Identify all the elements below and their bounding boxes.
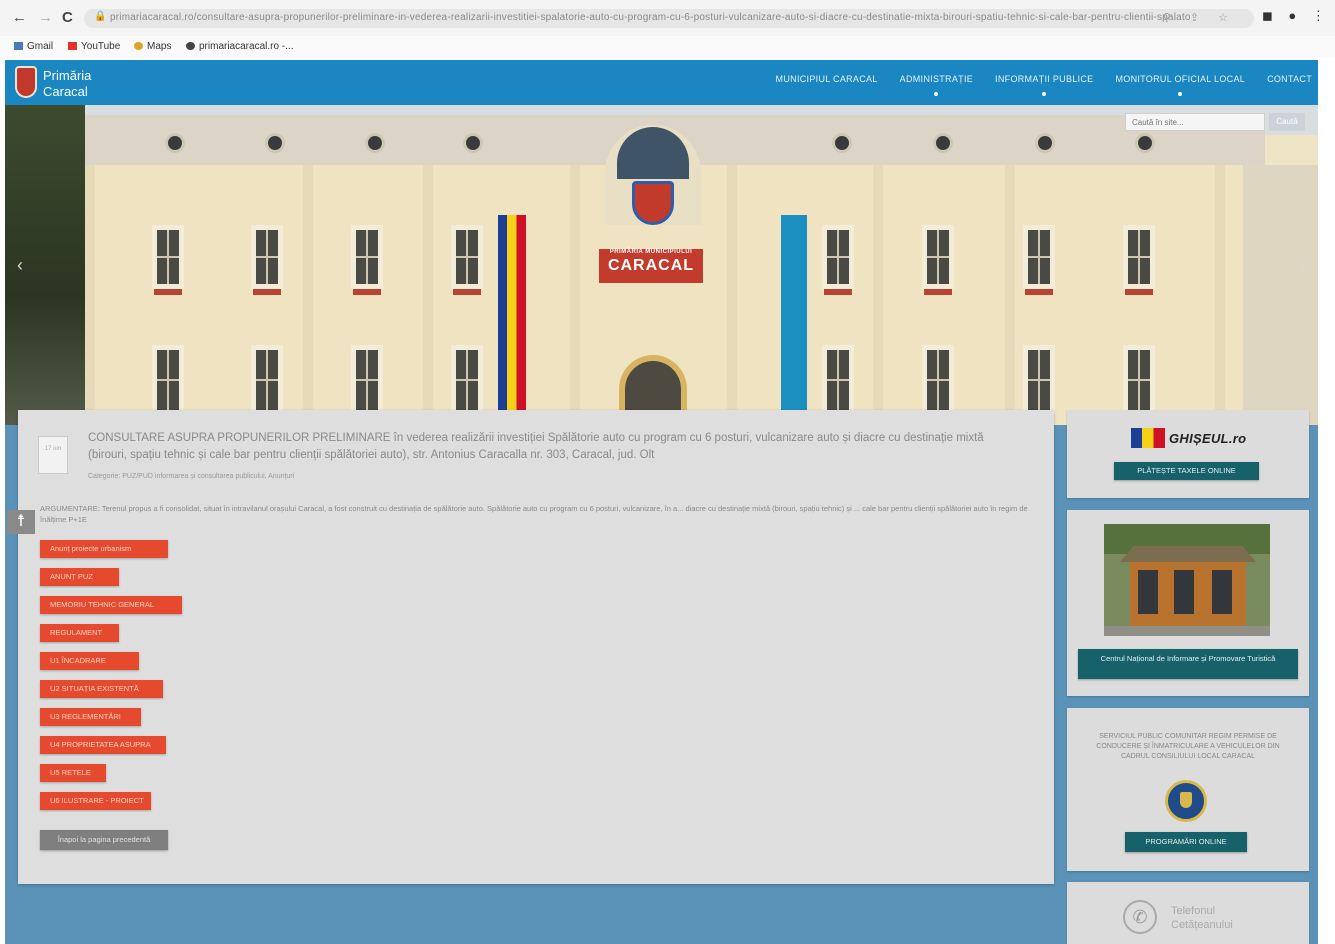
address-bar[interactable]: 🔒 primariacaracal.ro/consultare-asupra-p… <box>84 9 1254 28</box>
slider-next-icon[interactable]: › <box>1299 255 1305 276</box>
bookmark-youtube[interactable]: YouTube <box>68 41 120 52</box>
attachment-link[interactable]: U1 ÎNCADRARE <box>40 652 139 670</box>
brand-line-2: Caracal <box>43 84 88 99</box>
main-navigation: Municipiul Caracal Administrație Informa… <box>776 74 1312 96</box>
address-bar-actions[interactable]: ⚲ ⇪ ☆ <box>1163 11 1236 24</box>
online-appointments-button[interactable]: PROGRAMĂRI ONLINE <box>1125 832 1247 852</box>
ghiseul-name: GHIȘEUL.ro <box>1169 430 1247 446</box>
ghiseul-widget: GHIȘEUL.ro PLĂTEȘTE TAXELE ONLINE <box>1067 410 1309 498</box>
city-sign-small-text: PRIMĂRIA MUNICIPIULUI <box>609 249 693 255</box>
driving-permits-widget: SERVICIUL PUBLIC COMUNITAR REGIM PERMISE… <box>1067 708 1309 871</box>
phone-line-2: Cetățeanului <box>1171 919 1233 931</box>
bookmark-primaria[interactable]: primariacaracal.ro -... <box>186 41 293 52</box>
citizen-phone-label: Telefonul Cetățeanului <box>1171 904 1233 932</box>
hero-city-hall-image: PRIMĂRIA MUNICIPIULUI CARACAL Caută ‹ › <box>5 105 1318 425</box>
bookmark-label: Maps <box>147 41 172 52</box>
attachment-link[interactable]: ANUNȚ PUZ <box>40 568 119 586</box>
city-coat-of-arms-icon <box>632 181 674 225</box>
search-button[interactable]: Caută <box>1269 113 1305 131</box>
attachment-link[interactable]: U3 REGLEMENTĂRI <box>40 708 141 726</box>
forward-arrow-icon[interactable]: → <box>38 9 53 27</box>
dropdown-indicator-icon <box>934 92 939 96</box>
bookmark-label: Gmail <box>27 41 54 52</box>
nav-administratie[interactable]: Administrație <box>899 74 974 96</box>
bookmark-label: primariacaracal.ro -... <box>199 41 294 52</box>
nav-contact[interactable]: Contact <box>1267 74 1312 84</box>
maps-icon <box>134 42 143 50</box>
hero-side-building <box>1243 165 1318 425</box>
nav-label: Municipiul Caracal <box>775 74 878 84</box>
nav-monitorul-oficial[interactable]: Monitorul Oficial Local <box>1115 74 1246 96</box>
nav-label: Contact <box>1267 74 1312 84</box>
government-emblem-icon <box>1165 780 1207 822</box>
bookmark-maps[interactable]: Maps <box>134 41 171 52</box>
attachment-link[interactable]: REGULAMENT <box>40 624 119 642</box>
city-sign-text: CARACAL <box>607 257 695 274</box>
post-title: CONSULTARE ASUPRA PROPUNERILOR PRELIMINA… <box>88 432 984 461</box>
nav-informatii-publice[interactable]: Informații publice <box>995 74 1094 96</box>
bookmark-label: YouTube <box>81 41 121 52</box>
reload-icon[interactable]: C <box>62 9 73 27</box>
lock-icon: 🔒 <box>94 11 107 22</box>
dropdown-indicator-icon <box>1178 92 1183 96</box>
youtube-icon <box>68 42 77 50</box>
tourism-center-widget: Centrul Național de Informare și Promova… <box>1067 510 1309 696</box>
tourism-center-button[interactable]: Centrul Național de Informare și Promova… <box>1078 649 1298 679</box>
bookmarks-bar: Gmail YouTube Maps primariacaracal.ro -.… <box>0 36 1335 58</box>
address-bar-url[interactable]: primariacaracal.ro/consultare-asupra-pro… <box>110 12 1190 23</box>
post-summary: ARGUMENTARE: Terenul propus a fi consoli… <box>40 504 1028 524</box>
article-panel: 17 iun CONSULTARE ASUPRA PROPUNERILOR PR… <box>18 410 1054 884</box>
browser-toolbar: ← → C 🔒 primariacaracal.ro/consultare-as… <box>0 0 1335 36</box>
back-to-previous-button[interactable]: Înapoi la pagina precedentă <box>40 830 168 850</box>
dropdown-indicator-icon <box>1042 92 1047 96</box>
nav-label: Administrație <box>899 74 974 84</box>
city-crest-icon[interactable] <box>15 66 37 98</box>
pay-taxes-online-button[interactable]: PLĂTEȘTE TAXELE ONLINE <box>1114 462 1259 480</box>
brand-line-1: Primăria <box>43 68 92 83</box>
site-header: Primăria Caracal Municipiul Caracal Admi… <box>5 60 1318 105</box>
romanian-flag-icon <box>1131 428 1165 448</box>
tourism-kiosk-photo[interactable] <box>1104 524 1270 636</box>
post-category[interactable]: Categorie: PUZ/PUD informarea și consult… <box>88 473 294 480</box>
extension-icons[interactable]: ◼ ● ⋮ <box>1262 8 1331 24</box>
romanian-flag <box>498 215 526 425</box>
nav-municipiul-caracal[interactable]: Municipiul Caracal <box>776 74 878 84</box>
attachment-link[interactable]: U4 PROPRIETATEA ASUPRA <box>40 736 166 754</box>
attachment-link[interactable]: U6 ILUSTRARE - PROIECT <box>40 792 151 810</box>
phone-line-1: Telefonul <box>1171 905 1216 917</box>
slider-prev-icon[interactable]: ‹ <box>17 255 23 276</box>
gmail-icon <box>14 42 23 50</box>
phone-icon: ✆ <box>1123 900 1157 934</box>
nav-label: Informații publice <box>995 74 1094 84</box>
search-input[interactable] <box>1125 113 1265 131</box>
city-hall-sign: PRIMĂRIA MUNICIPIULUI CARACAL <box>599 249 703 283</box>
blue-banner <box>781 215 807 425</box>
permits-service-text: SERVICIUL PUBLIC COMUNITAR REGIM PERMISE… <box>1096 733 1280 760</box>
attachment-list: Anunț proiecte urbanism ANUNȚ PUZ MEMORI… <box>40 540 182 820</box>
attachment-link[interactable]: MEMORIU TEHNIC GENERAL <box>40 596 182 614</box>
attachment-link[interactable]: Anunț proiecte urbanism <box>40 540 168 558</box>
document-icon: 17 iun <box>38 436 68 474</box>
bookmark-gmail[interactable]: Gmail <box>14 41 53 52</box>
accessibility-icon[interactable]: ☨ <box>7 510 35 534</box>
nav-label: Monitorul Oficial Local <box>1115 74 1246 84</box>
site-favicon-icon <box>186 42 195 50</box>
attachment-link[interactable]: U2 SITUAȚIA EXISTENTĂ <box>40 680 163 698</box>
citizen-phone-widget[interactable]: ✆ Telefonul Cetățeanului <box>1067 882 1309 944</box>
ghiseul-logo[interactable]: GHIȘEUL.ro <box>1131 428 1246 448</box>
site-logo[interactable]: Primăria Caracal <box>43 68 91 100</box>
attachment-link[interactable]: U5 RETELE <box>40 764 106 782</box>
back-arrow-icon[interactable]: ← <box>12 9 27 27</box>
